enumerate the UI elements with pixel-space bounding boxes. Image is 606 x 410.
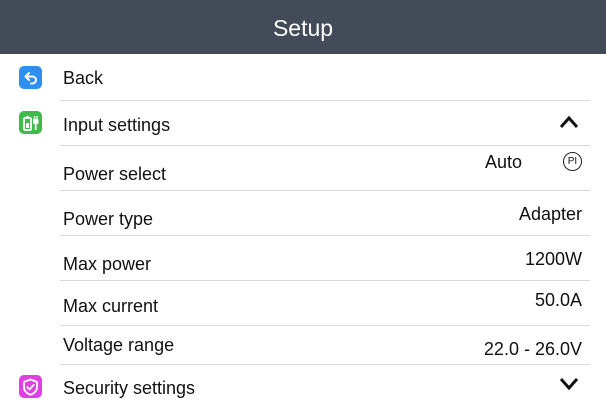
shield-icon	[19, 375, 42, 398]
input-settings-label: Input settings	[63, 115, 171, 135]
battery-plug-icon	[19, 111, 42, 134]
input-settings-section-header[interactable]: Input settings	[0, 101, 606, 145]
chevron-up-icon[interactable]	[559, 115, 579, 129]
max-power-row[interactable]: Max power 1200W	[0, 236, 606, 280]
voltage-range-value: 22.0 - 26.0V	[483, 339, 582, 359]
max-power-value: 1200W	[524, 249, 582, 269]
chevron-down-icon[interactable]	[559, 377, 579, 391]
power-type-row[interactable]: Power type Adapter	[0, 191, 606, 235]
page-title: Setup	[0, 0, 606, 54]
back-button[interactable]: Back	[0, 54, 606, 100]
pi-badge-icon: PI	[563, 152, 582, 171]
power-select-value: Auto	[484, 152, 522, 172]
setup-screen: Setup Back Input settings Power select A…	[0, 0, 606, 410]
max-current-label: Max current	[63, 296, 159, 316]
power-select-label: Power select	[63, 164, 167, 184]
security-settings-label: Security settings	[63, 378, 196, 398]
max-current-value: 50.0A	[534, 290, 582, 310]
voltage-range-row[interactable]: Voltage range 22.0 - 26.0V	[0, 326, 606, 364]
back-arrow-icon	[19, 66, 42, 89]
power-select-row[interactable]: Power select Auto PI	[0, 146, 606, 190]
voltage-range-label: Voltage range	[63, 335, 175, 355]
power-type-value: Adapter	[518, 204, 582, 224]
max-current-row[interactable]: Max current 50.0A	[0, 281, 606, 325]
max-power-label: Max power	[63, 254, 152, 274]
power-type-label: Power type	[63, 209, 154, 229]
security-settings-section-header[interactable]: Security settings	[0, 365, 606, 410]
back-label: Back	[63, 68, 104, 88]
